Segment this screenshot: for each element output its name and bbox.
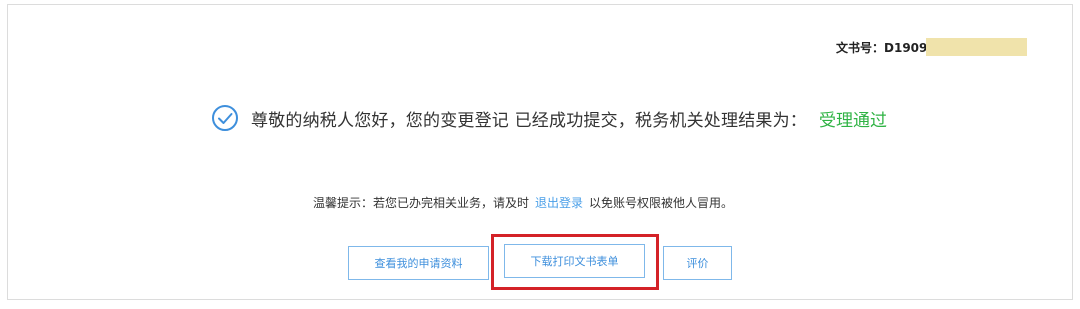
download-print-form-button[interactable]: 下载打印文书表单 <box>504 244 645 278</box>
tip-suffix: 以免账号权限被他人冒用。 <box>589 195 734 210</box>
rate-button[interactable]: 评价 <box>663 246 732 280</box>
success-message-row: 尊敬的纳税人您好，您的变更登记 已经成功提交，税务机关处理结果为： 受理通过 <box>211 104 887 132</box>
view-application-button[interactable]: 查看我的申请资料 <box>348 246 489 280</box>
redaction-mark <box>926 38 1027 56</box>
success-message: 尊敬的纳税人您好，您的变更登记 已经成功提交，税务机关处理结果为： <box>251 110 808 131</box>
logout-link[interactable]: 退出登录 <box>535 194 583 211</box>
doc-number-label: 文书号： <box>836 41 885 55</box>
tip-prefix: 温馨提示：若您已办完相关业务，请及时 <box>313 195 530 210</box>
doc-number: 文书号： D190920 <box>836 40 937 56</box>
reminder-tip: 温馨提示：若您已办完相关业务，请及时 退出登录 以免账号权限被他人冒用。 <box>313 193 733 211</box>
check-circle-icon <box>211 104 239 132</box>
result-status: 受理通过 <box>819 110 888 131</box>
